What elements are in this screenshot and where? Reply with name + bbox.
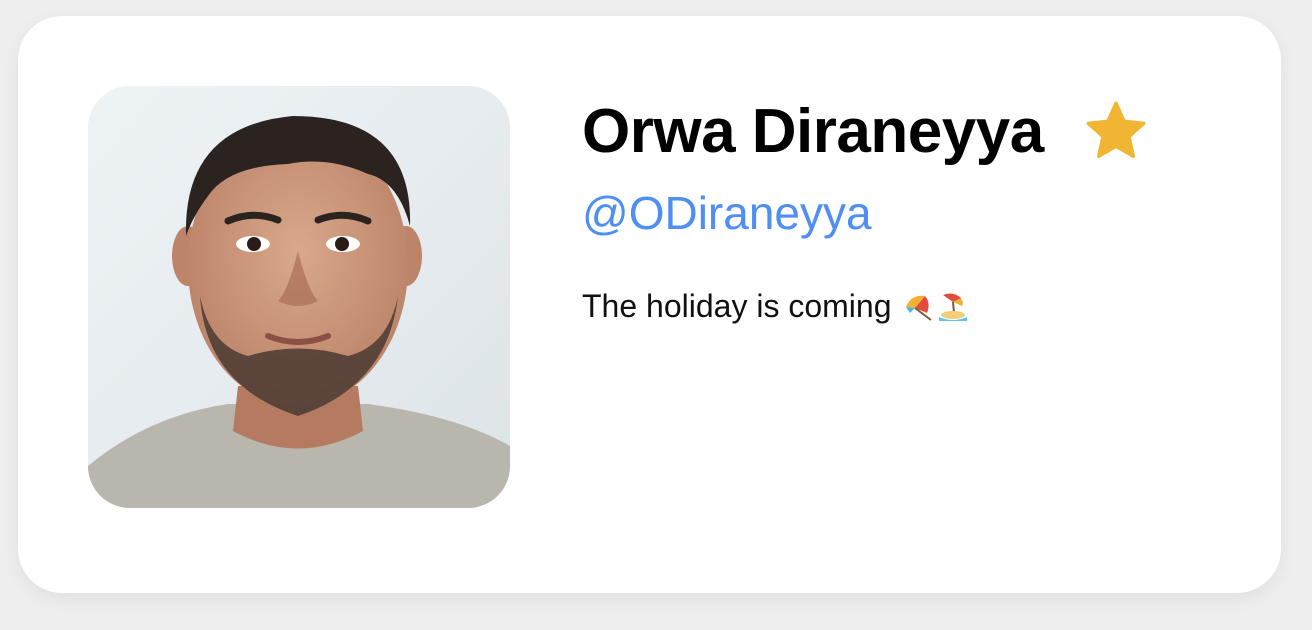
profile-name: Orwa Diraneyya — [582, 96, 1044, 166]
avatar — [88, 86, 510, 508]
star-icon[interactable] — [1082, 97, 1150, 165]
status-message: The holiday is coming — [582, 288, 1222, 325]
profile-card: Orwa Diraneyya @ODiraneyya The holiday i… — [18, 16, 1281, 593]
beach-umbrella-icon — [906, 295, 933, 321]
profile-info: Orwa Diraneyya @ODiraneyya The holiday i… — [582, 94, 1222, 325]
avatar-photo — [88, 86, 510, 508]
profile-handle[interactable]: @ODiraneyya — [582, 186, 1222, 240]
name-row: Orwa Diraneyya — [582, 94, 1222, 168]
status-text: The holiday is coming — [582, 288, 892, 324]
status-emoji — [903, 291, 969, 323]
beach-island-icon — [939, 293, 968, 321]
